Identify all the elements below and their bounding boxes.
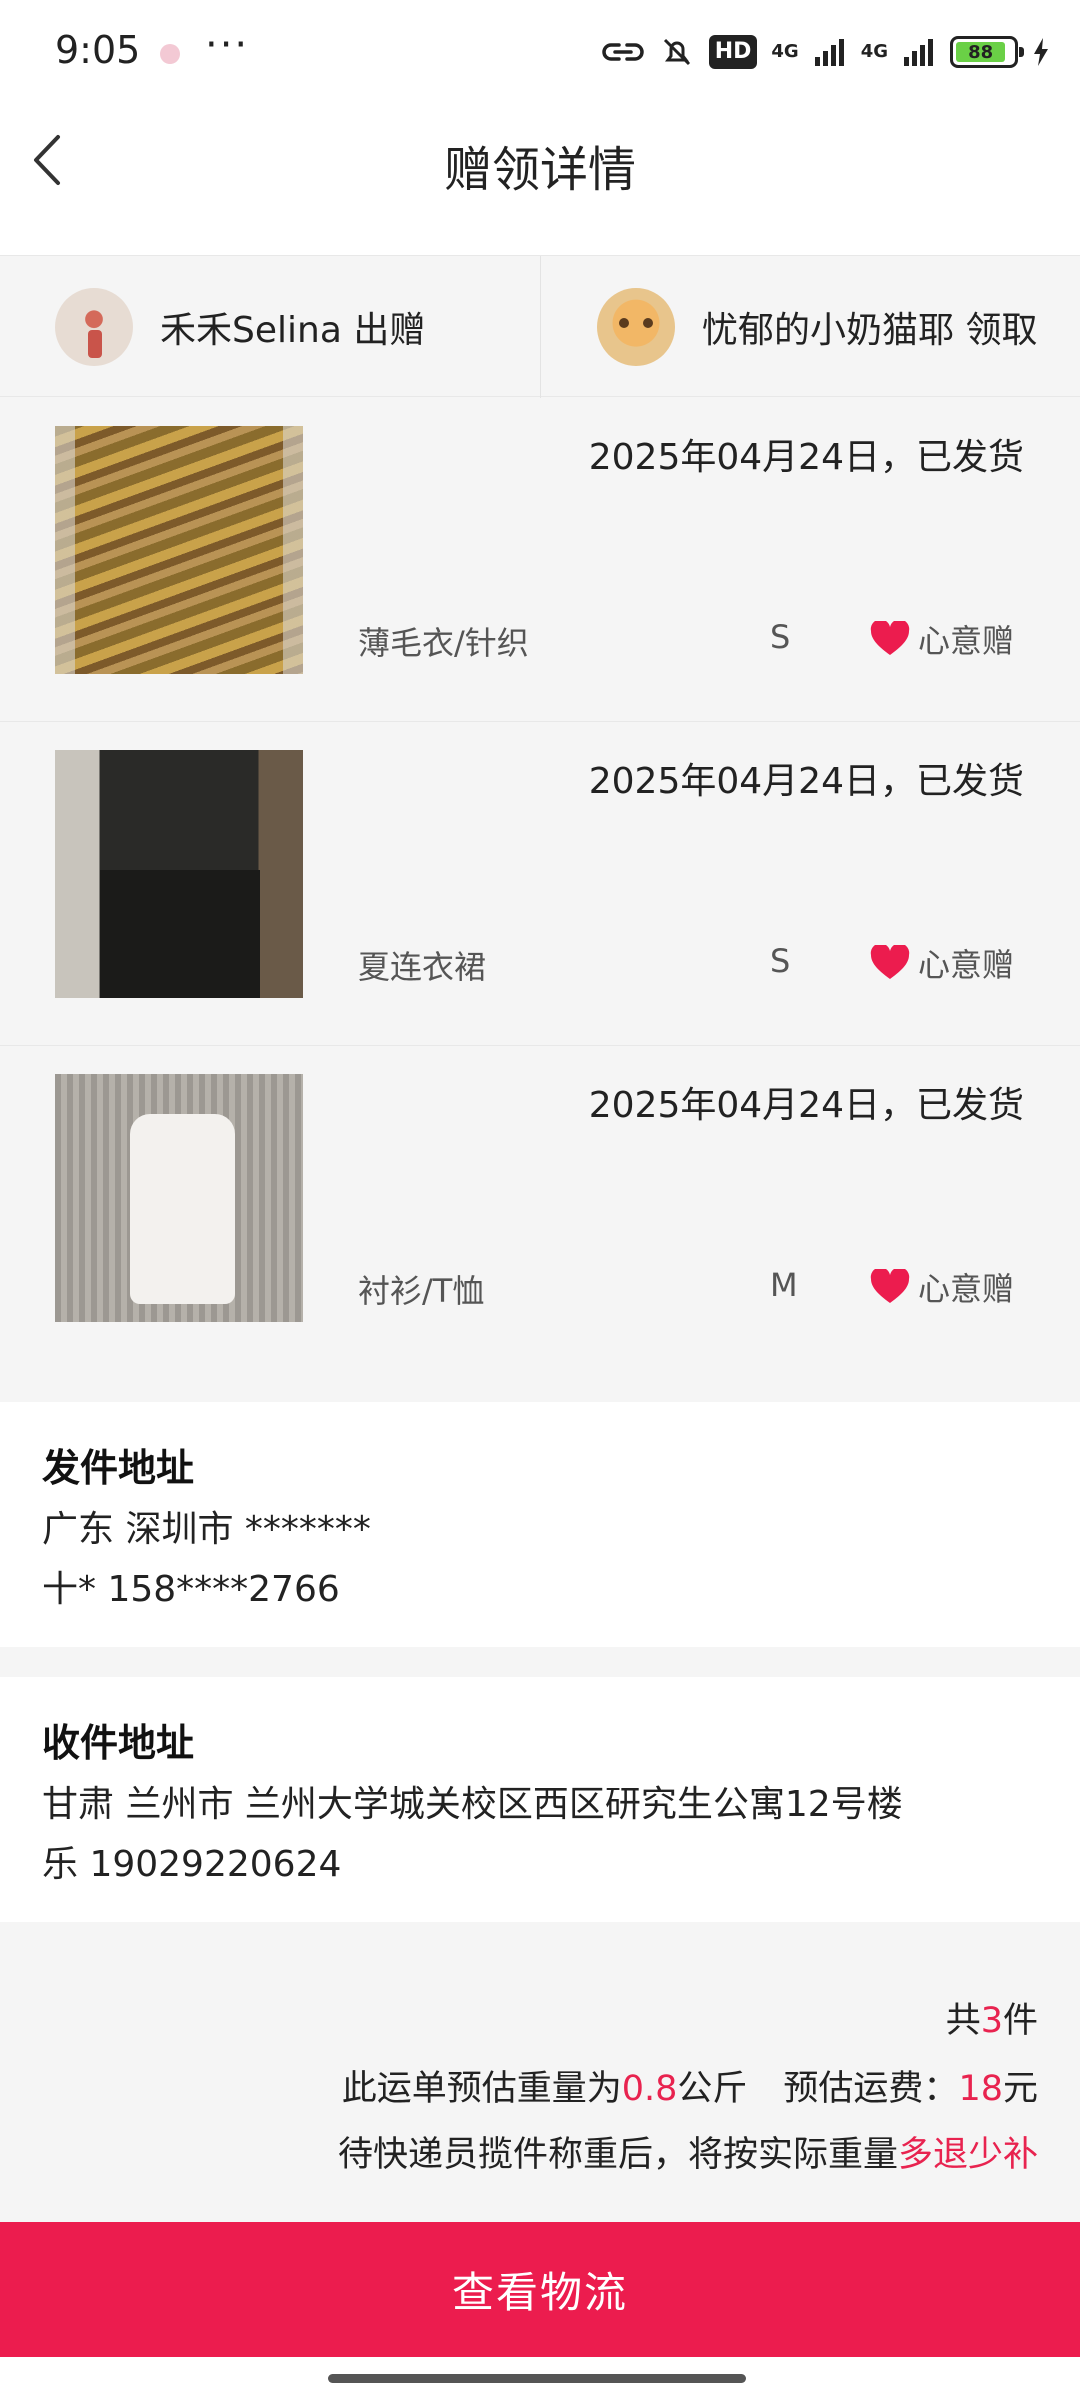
heart-icon (870, 945, 910, 979)
list-item[interactable]: 2025年04月24日，已发货 薄毛衣/针织 S 心意赠 (0, 398, 1080, 722)
heart-icon (870, 1269, 910, 1303)
item-size: M (770, 1266, 798, 1304)
item-count: 共3件 (946, 1992, 1038, 2043)
weight-unit: 公斤 (677, 2069, 748, 2109)
item-image[interactable] (55, 750, 303, 998)
fee-unit: 元 (1002, 2069, 1038, 2109)
item-image[interactable] (55, 1074, 303, 1322)
gift-label: 心意赠 (918, 1270, 1015, 1308)
giver-info[interactable]: 禾禾Selina 出赠 (55, 256, 425, 398)
parties-row: 禾禾Selina 出赠 忧郁的小奶猫耶 领取 (0, 255, 1080, 398)
mute-bell-icon (663, 38, 690, 66)
sender-address-card: 发件地址 广东 深圳市 ******* 十* 158****2766 (0, 1402, 1080, 1647)
refund-note: 待快递员揽件称重后，将按实际重量多退少补 (338, 2126, 1038, 2177)
item-date-status: 2025年04月24日，已发货 (588, 761, 1024, 802)
more-notifications-icon: ··· (205, 22, 250, 68)
item-date-status: 2025年04月24日，已发货 (588, 437, 1024, 478)
status-time: 9:05 (55, 28, 141, 72)
item-category: 薄毛衣/针织 (358, 624, 529, 662)
signal-icon (814, 39, 844, 66)
list-item[interactable]: 2025年04月24日，已发货 衬衫/T恤 M 心意赠 (0, 1046, 1080, 1370)
parties-divider (540, 256, 541, 398)
heart-icon (870, 621, 910, 655)
receiver-address-card: 收件地址 甘肃 兰州市 兰州大学城关校区西区研究生公寓12号楼 乐 190292… (0, 1677, 1080, 1922)
fee-prefix: 预估运费： (783, 2069, 959, 2109)
note-highlight: 多退少补 (897, 2135, 1038, 2175)
item-category: 夏连衣裙 (358, 948, 487, 986)
home-indicator[interactable] (328, 2374, 746, 2383)
item-list: 2025年04月24日，已发货 薄毛衣/针织 S 心意赠 2025年04月24日… (0, 398, 1080, 1370)
receiver-address-title: 收件地址 (42, 1721, 195, 1765)
view-logistics-button[interactable]: 查看物流 (0, 2222, 1080, 2357)
item-size: S (770, 942, 791, 980)
list-item[interactable]: 2025年04月24日，已发货 夏连衣裙 S 心意赠 (0, 722, 1080, 1046)
item-size: S (770, 618, 791, 656)
sender-address-region: 广东 深圳市 ******* (42, 1509, 371, 1550)
weight-value: 0.8 (621, 2069, 678, 2109)
status-bar: 9:05 ··· HD 4G 4G 88 (0, 0, 1080, 100)
gift-label: 心意赠 (918, 946, 1015, 984)
receiver-name: 忧郁的小奶猫耶 领取 (702, 310, 1038, 351)
weight-prefix: 此运单预估重量为 (341, 2069, 622, 2109)
status-icons: HD 4G 4G 88 (601, 30, 1050, 74)
fee-value: 18 (958, 2069, 1003, 2109)
page-title: 赠领详情 (443, 142, 636, 198)
shipping-summary: 共3件 此运单预估重量为0.8公斤 预估运费：18元 待快递员揽件称重后，将按实际… (0, 1922, 1080, 2222)
nav-bar: 赠领详情 (0, 100, 1080, 255)
notification-dot-icon (160, 44, 180, 64)
receiver-contact: 乐 19029220624 (42, 1844, 342, 1885)
gift-badge: 心意赠 (870, 940, 1014, 986)
item-image[interactable] (55, 426, 303, 674)
gift-badge: 心意赠 (870, 616, 1014, 662)
giver-avatar[interactable] (55, 288, 133, 366)
gift-label: 心意赠 (918, 622, 1015, 660)
receiver-info[interactable]: 忧郁的小奶猫耶 领取 (597, 256, 1037, 398)
sender-contact: 十* 158****2766 (42, 1569, 340, 1610)
battery-level: 88 (956, 42, 1006, 63)
signal-icon-2 (904, 39, 933, 66)
weight-fee-line: 此运单预估重量为0.8公斤 预估运费：18元 (342, 2060, 1038, 2111)
count-value: 3 (980, 2001, 1003, 2041)
link-icon (601, 43, 644, 61)
giver-name: 禾禾Selina 出赠 (160, 310, 426, 351)
note-prefix: 待快递员揽件称重后，将按实际重量 (337, 2135, 898, 2175)
network-label-2: 4G (860, 41, 888, 62)
gift-badge: 心意赠 (870, 1264, 1014, 1310)
sender-address-title: 发件地址 (42, 1446, 195, 1490)
receiver-avatar[interactable] (597, 288, 675, 366)
receiver-address-detail: 甘肃 兰州市 兰州大学城关校区西区研究生公寓12号楼 (42, 1784, 903, 1825)
count-prefix: 共 (945, 2001, 981, 2041)
battery-icon: 88 (950, 36, 1024, 68)
hd-badge: HD (708, 35, 758, 69)
item-category: 衬衫/T恤 (358, 1272, 485, 1310)
network-label-1: 4G (771, 41, 799, 62)
count-suffix: 件 (1002, 2001, 1038, 2041)
item-date-status: 2025年04月24日，已发货 (588, 1085, 1024, 1126)
charging-bolt-icon (1034, 38, 1048, 66)
